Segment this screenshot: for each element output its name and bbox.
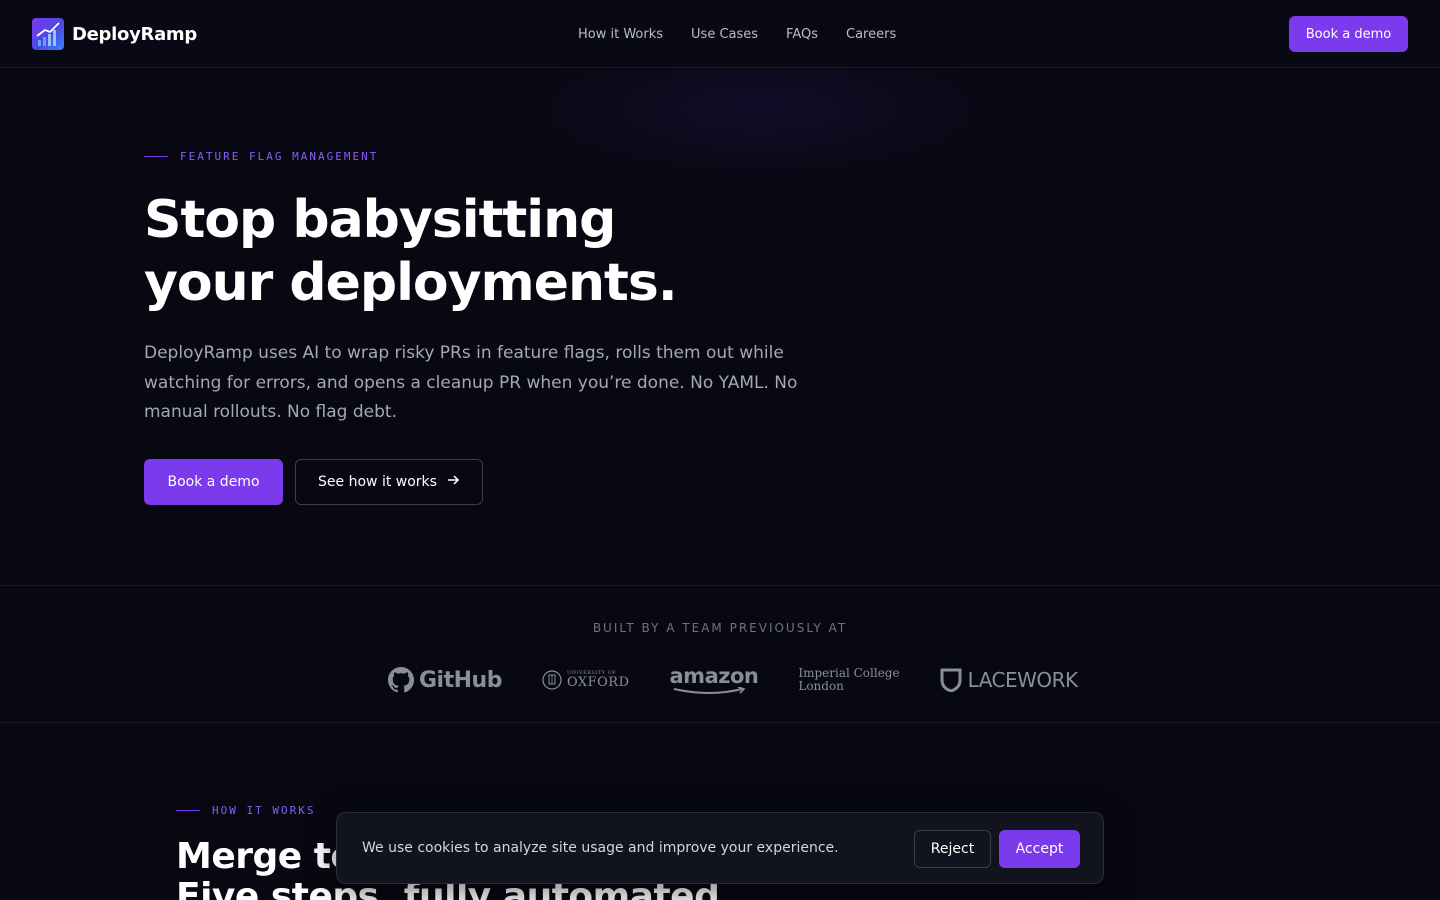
nav-book-demo-button[interactable]: Book a demo: [1289, 16, 1408, 52]
hero-subtitle: DeployRamp uses AI to wrap risky PRs in …: [144, 343, 798, 422]
deployramp-logo-icon: [32, 18, 64, 50]
amazon-logo: amazon: [669, 663, 759, 695]
cookie-banner: We use cookies to analyze site usage and…: [336, 812, 1104, 884]
oxford-crest-icon: [542, 670, 562, 690]
nav-link-careers[interactable]: Careers: [846, 27, 896, 42]
nav-link-faqs[interactable]: FAQs: [786, 27, 818, 42]
github-logo: GitHub: [388, 667, 502, 693]
brand[interactable]: DeployRamp: [32, 18, 197, 50]
hero-title: Stop babysitting your deployments.: [144, 189, 784, 315]
nav-links: How it Works Use Cases FAQs Careers: [578, 0, 924, 68]
logos-label: BUILT BY A TEAM PREVIOUSLY AT: [592, 621, 848, 635]
oxford-big-text: OXFORD: [566, 675, 630, 690]
see-how-it-works-label: See how it works: [318, 474, 437, 490]
imperial-logo: Imperial College London: [798, 667, 899, 693]
logo-row: GitHub UNIVERSITY OF OXFORD amazon Imper…: [388, 664, 1078, 696]
hero-title-line-1: Stop babysitting: [144, 190, 616, 250]
cookie-text: We use cookies to analyze site usage and…: [362, 840, 839, 856]
top-nav: DeployRamp How it Works Use Cases FAQs C…: [0, 0, 1440, 68]
oxford-wordmark: UNIVERSITY OF OXFORD: [566, 671, 630, 690]
see-how-it-works-button[interactable]: See how it works: [295, 459, 483, 505]
how-eyebrow: HOW IT WORKS: [176, 804, 315, 817]
arrow-right-icon: [447, 474, 460, 490]
lacework-wordmark: LACEWORK: [967, 668, 1079, 692]
amazon-smile-icon: [673, 686, 745, 694]
how-eyebrow-text: HOW IT WORKS: [212, 804, 316, 817]
brand-name: DeployRamp: [72, 23, 197, 45]
github-icon: [388, 667, 414, 693]
eyebrow-line: [176, 810, 200, 811]
oxford-logo: UNIVERSITY OF OXFORD: [542, 668, 630, 692]
lacework-logo: LACEWORK: [940, 668, 1078, 692]
hero-title-line-2: your deployments.: [144, 253, 678, 313]
github-wordmark: GitHub: [419, 667, 502, 693]
hero-eyebrow-text: FEATURE FLAG MANAGEMENT: [180, 150, 379, 163]
hero-eyebrow: FEATURE FLAG MANAGEMENT: [144, 150, 378, 163]
cookie-reject-button[interactable]: Reject: [914, 830, 991, 868]
amazon-wordmark: amazon: [669, 663, 759, 688]
eyebrow-line: [144, 156, 168, 157]
logos-section: BUILT BY A TEAM PREVIOUSLY AT GitHub UNI…: [0, 585, 1440, 723]
imperial-line-2: London: [798, 679, 844, 693]
hero-book-demo-button[interactable]: Book a demo: [144, 459, 283, 505]
nav-link-how-it-works[interactable]: How it Works: [578, 27, 663, 42]
hero-section: FEATURE FLAG MANAGEMENT Stop babysitting…: [0, 69, 1440, 585]
lacework-shield-icon: [940, 668, 962, 692]
cookie-accept-button[interactable]: Accept: [999, 830, 1080, 868]
nav-link-use-cases[interactable]: Use Cases: [691, 27, 758, 42]
